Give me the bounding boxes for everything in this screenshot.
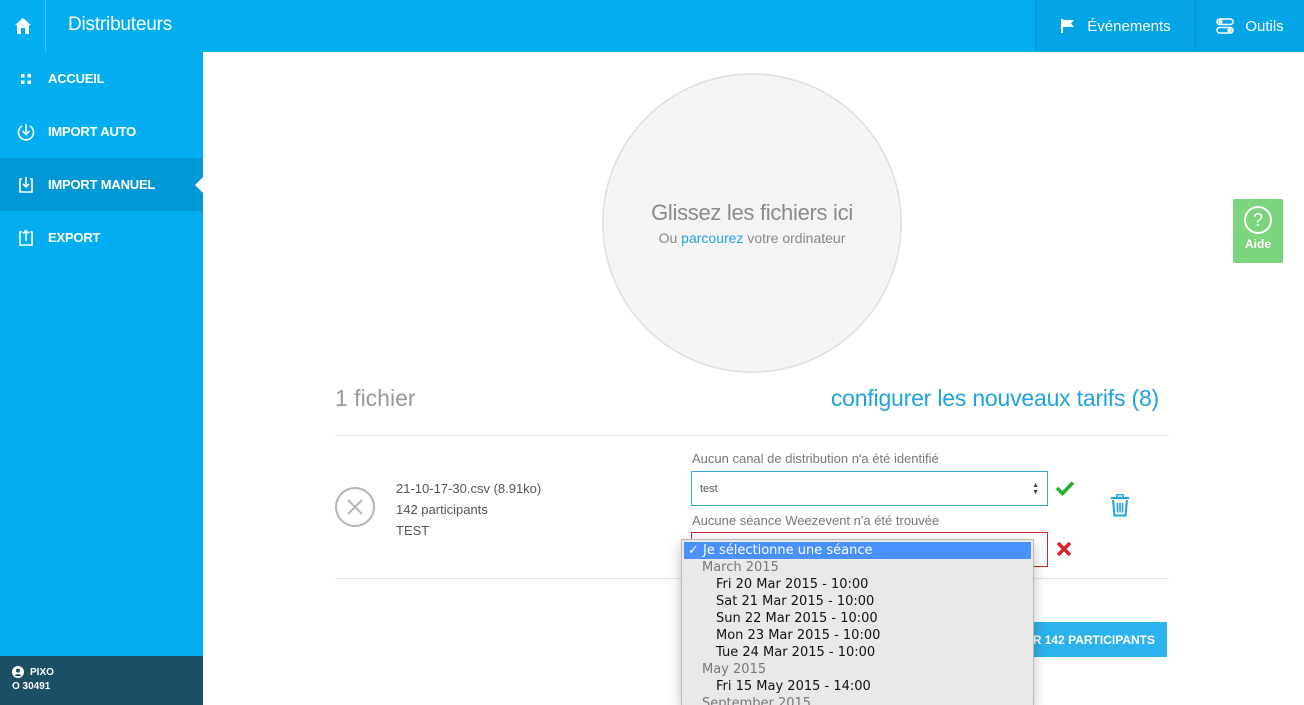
select-arrows-icon: ▲ ▼ [1032,482,1039,496]
question-icon: ? [1244,206,1272,234]
sidebar-item-export[interactable]: EXPORT [0,211,203,264]
dropzone-sub-prefix: Ou [658,230,678,246]
top-bar: Distributeurs Événements Outils [0,0,1304,52]
dropdown-option[interactable]: Tue 24 Mar 2015 - 10:00 [682,644,1033,661]
sidebar-item-import-manuel[interactable]: IMPORT MANUEL [0,158,203,211]
sidebar-item-label: IMPORT AUTO [48,124,137,139]
dropdown-option[interactable]: Sun 22 Mar 2015 - 10:00 [682,610,1033,627]
help-label: Aide [1244,237,1271,251]
canal-select[interactable]: test ▲ ▼ [691,471,1048,506]
divider [335,435,1169,436]
import-icon [16,175,36,195]
files-count: 1 fichier [335,385,416,411]
dropdown-option[interactable]: Fri 15 May 2015 - 14:00 [682,678,1033,695]
sidebar-item-label: ACCUEIL [48,71,105,86]
checkmark-icon [1055,480,1075,501]
help-button[interactable]: ? Aide [1233,199,1283,263]
dropdown-option[interactable]: Fri 20 Mar 2015 - 10:00 [682,576,1033,593]
seance-dropdown-list: ✓ Je sélectionne une séance March 2015 F… [681,539,1034,705]
remove-file-button[interactable] [335,487,375,527]
sidebar-item-label: IMPORT MANUEL [48,177,156,192]
file-name: 21-10-17-30.csv (8.91ko) [396,481,542,496]
nav-outils-label: Outils [1245,17,1284,35]
nav-outils[interactable]: Outils [1195,0,1304,52]
dropzone-subtitle: Ou parcourez votre ordinateur [604,230,900,246]
sidebar-item-import-auto[interactable]: IMPORT AUTO [0,105,203,158]
sidebar-item-label: EXPORT [48,230,101,245]
file-event-name: TEST [396,523,430,538]
app-title: Distributeurs [68,14,173,35]
canal-select-value: test [700,483,718,495]
user-icon [12,666,24,678]
seance-label: Aucune séance Weezevent n'a été trouvée [692,513,940,528]
download-circle-icon [16,122,36,142]
dropdown-option[interactable]: Mon 23 Mar 2015 - 10:00 [682,627,1033,644]
dropdown-option[interactable]: Sat 21 Mar 2015 - 10:00 [682,593,1033,610]
user-name: PIXO [30,666,54,678]
file-dropzone[interactable]: Glissez les fichiers ici Ou parcourez vo… [602,73,902,373]
dropzone-sub-suffix: votre ordinateur [747,230,846,246]
dropdown-option-selected[interactable]: ✓ Je sélectionne une séance [684,542,1031,559]
file-participants: 142 participants [396,502,488,517]
user-id: O 30491 [12,681,51,692]
home-icon [14,18,31,34]
close-icon [347,499,363,515]
toggles-icon [1216,18,1235,34]
sidebar-item-accueil[interactable]: ACCUEIL [0,52,203,105]
configure-tariffs-link[interactable]: configurer les nouveaux tarifs (8) [831,385,1159,412]
dropdown-group-label: September 2015 [702,696,812,705]
browse-link[interactable]: parcourez [681,230,743,246]
user-panel[interactable]: PIXO O 30491 [0,656,203,705]
error-cross-icon [1056,541,1072,562]
flag-icon [1060,18,1076,34]
dropzone-title: Glissez les fichiers ici [651,200,853,225]
top-nav: Événements Outils [1035,0,1304,52]
nav-evenements[interactable]: Événements [1035,0,1195,52]
trash-icon[interactable] [1110,493,1130,522]
file-info: 21-10-17-30.csv (8.91ko) 142 participant… [396,478,541,541]
nav-evenements-label: Événements [1087,17,1171,35]
dropdown-group-label: March 2015 [702,560,779,575]
grid-icon [16,69,36,89]
export-icon [16,228,36,248]
canal-label: Aucun canal de distribution n'a été iden… [692,451,939,466]
dropdown-group-label: May 2015 [702,662,767,677]
home-button[interactable] [0,0,46,52]
sidebar: ACCUEIL IMPORT AUTO IMPORT MANUEL EXPORT… [0,52,203,705]
